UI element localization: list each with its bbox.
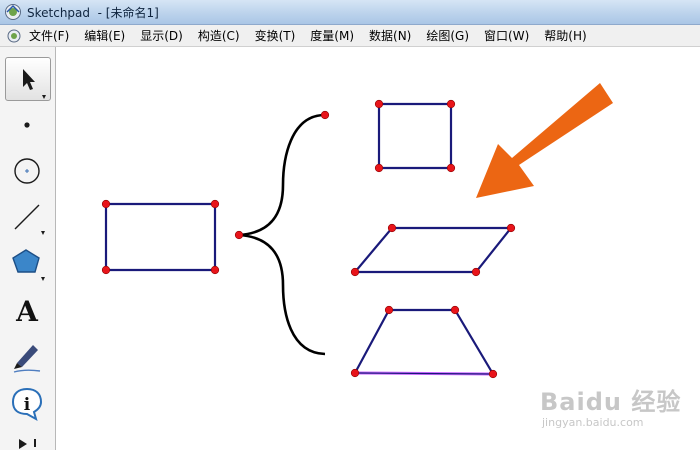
point[interactable] [350, 267, 360, 277]
title-bar: Sketchpad - [未命名1] [0, 0, 700, 25]
marker-icon [13, 345, 41, 373]
point[interactable] [101, 265, 111, 275]
menu-data[interactable]: 数据(N) [365, 27, 415, 44]
info-icon: i [11, 387, 43, 422]
custom-tool-icon [19, 439, 36, 449]
marker-tool[interactable] [5, 333, 51, 377]
point-icon [24, 122, 30, 128]
menu-file[interactable]: 文件(F) [25, 27, 73, 44]
menu-construct[interactable]: 构造(C) [194, 27, 244, 44]
point[interactable] [446, 99, 456, 109]
menu-graph[interactable]: 绘图(G) [422, 27, 473, 44]
document-icon[interactable] [7, 29, 21, 43]
point[interactable] [101, 199, 111, 209]
source-rectangle[interactable] [104, 202, 217, 272]
straightedge-tool[interactable] [5, 195, 51, 239]
point[interactable] [450, 305, 460, 315]
point[interactable] [471, 267, 481, 277]
compass-tool[interactable] [5, 149, 51, 193]
custom-tool[interactable] [5, 427, 51, 471]
menu-bar: 文件(F) 编辑(E) 显示(D) 构造(C) 变换(T) 度量(M) 数据(N… [0, 25, 700, 47]
points-group [101, 99, 516, 379]
svg-text:i: i [24, 395, 31, 415]
point[interactable] [210, 265, 220, 275]
point[interactable] [506, 223, 516, 233]
point[interactable] [350, 368, 360, 378]
orange-pointer-arrow [476, 83, 613, 198]
menu-help[interactable]: 帮助(H) [540, 27, 590, 44]
toolbox: A i [0, 47, 56, 450]
point[interactable] [320, 110, 330, 120]
text-tool[interactable]: A [5, 287, 51, 331]
text-a-icon: A [15, 295, 39, 328]
menu-display[interactable]: 显示(D) [136, 27, 187, 44]
square-shape[interactable] [377, 102, 453, 170]
menu-transform[interactable]: 变换(T) [251, 27, 300, 44]
trapezoid-shape[interactable] [353, 308, 495, 376]
circle-icon [14, 158, 40, 184]
segment-icon [14, 204, 45, 235]
parallelogram-shape[interactable] [352, 226, 514, 274]
point-tool[interactable] [5, 103, 51, 147]
arrow-select-tool[interactable] [5, 57, 51, 101]
point[interactable] [234, 230, 244, 240]
menu-measure[interactable]: 度量(M) [306, 27, 358, 44]
arrow-icon [23, 69, 46, 99]
pentagon-icon [12, 249, 45, 281]
svg-text:A: A [15, 295, 39, 328]
point[interactable] [446, 163, 456, 173]
point[interactable] [210, 199, 220, 209]
point[interactable] [488, 369, 498, 379]
menu-window[interactable]: 窗口(W) [480, 27, 533, 44]
curly-brace[interactable] [238, 113, 326, 356]
window-title: Sketchpad - [未命名1] [27, 6, 159, 20]
sketchpad-app-icon [5, 4, 21, 20]
point[interactable] [387, 223, 397, 233]
sketch-drawing [101, 83, 613, 379]
menu-edit[interactable]: 编辑(E) [80, 27, 129, 44]
point[interactable] [374, 99, 384, 109]
sketch-canvas[interactable] [57, 47, 700, 450]
point[interactable] [384, 305, 394, 315]
polygon-tool[interactable] [5, 241, 51, 285]
point[interactable] [374, 163, 384, 173]
information-tool[interactable]: i [5, 381, 51, 425]
